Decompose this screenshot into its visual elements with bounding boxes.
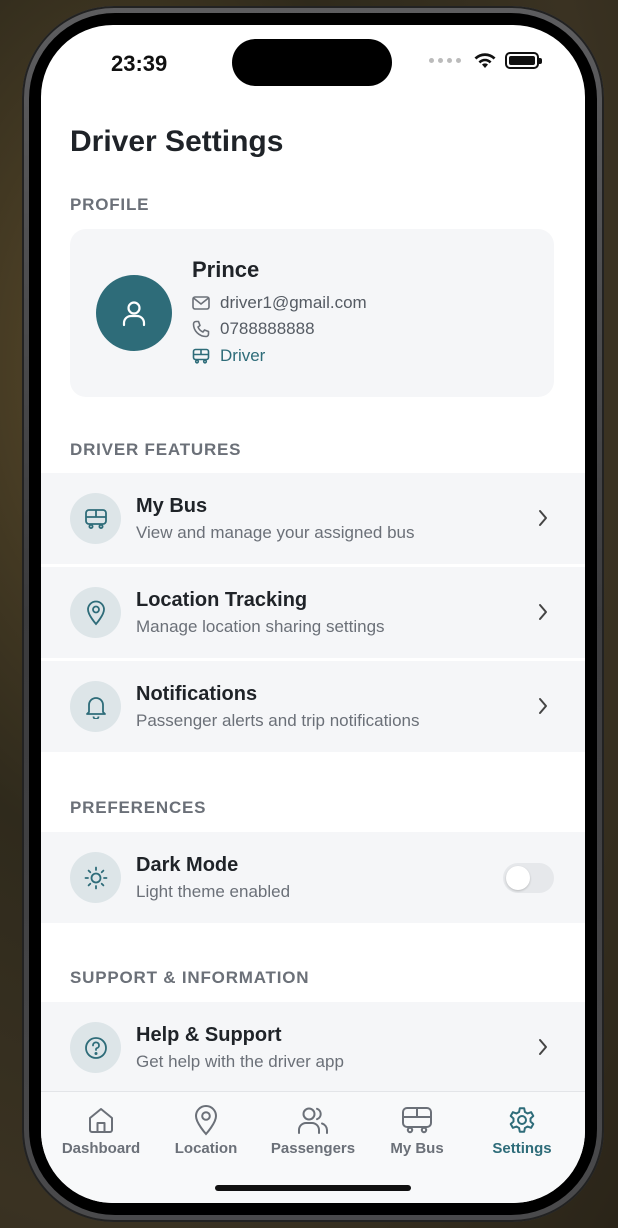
signal-dots-icon <box>429 57 461 63</box>
row-icon-circle <box>70 681 121 732</box>
home-indicator[interactable] <box>215 1185 411 1191</box>
location-pin-icon <box>86 600 105 625</box>
wifi-icon <box>474 53 496 68</box>
profile-email-line: driver1@gmail.com <box>192 293 367 313</box>
tab-my-bus[interactable]: My Bus <box>363 1102 471 1172</box>
row-title: My Bus <box>136 495 208 517</box>
profile-card: Prince driver1@gmail.com 0788888888 Driv… <box>70 229 554 397</box>
users-icon <box>297 1102 329 1138</box>
row-subtitle: Get help with the driver app <box>136 1052 344 1071</box>
row-subtitle: Manage location sharing settings <box>136 617 385 636</box>
gear-icon <box>507 1102 537 1138</box>
status-icons <box>429 51 542 69</box>
bus-icon <box>401 1102 433 1138</box>
phone-icon <box>192 320 210 338</box>
settings-row-my-bus[interactable]: My Bus View and manage your assigned bus <box>41 473 585 564</box>
settings-row-location-tracking[interactable]: Location Tracking Manage location sharin… <box>41 567 585 658</box>
tab-location[interactable]: Location <box>152 1102 260 1172</box>
location-pin-icon <box>193 1102 219 1138</box>
row-icon-circle <box>70 852 121 903</box>
tab-dashboard[interactable]: Dashboard <box>47 1102 155 1172</box>
page-title: Driver Settings <box>70 125 284 158</box>
profile-email: driver1@gmail.com <box>220 293 367 312</box>
section-label-preferences: PREFERENCES <box>70 798 207 817</box>
row-title: Dark Mode <box>136 854 239 876</box>
row-icon-circle <box>70 1022 121 1073</box>
profile-name: Prince <box>192 257 260 282</box>
status-time: 23:39 <box>111 51 168 76</box>
tab-label: Dashboard <box>61 1140 141 1157</box>
dark-mode-toggle[interactable] <box>503 863 554 893</box>
profile-phone-line: 0788888888 <box>192 319 315 339</box>
row-subtitle: Light theme enabled <box>136 882 291 901</box>
avatar <box>96 275 172 351</box>
row-icon-circle <box>70 493 121 544</box>
row-title: Notifications <box>136 683 258 705</box>
tab-settings[interactable]: Settings <box>468 1102 576 1172</box>
section-label-driver-features: DRIVER FEATURES <box>70 440 242 459</box>
dynamic-island <box>232 39 392 86</box>
battery-icon <box>505 51 542 69</box>
bus-icon <box>84 508 107 529</box>
chevron-right-icon <box>539 1039 547 1055</box>
sun-icon <box>84 866 107 889</box>
tab-label: My Bus <box>390 1140 444 1157</box>
tab-label: Settings <box>492 1140 552 1157</box>
tab-label: Passengers <box>270 1140 356 1157</box>
row-title: Help & Support <box>136 1024 282 1046</box>
profile-role: Driver <box>220 346 266 365</box>
row-title: Location Tracking <box>136 589 308 611</box>
section-label-profile: PROFILE <box>70 195 150 214</box>
bell-icon <box>85 696 106 719</box>
toggle-knob <box>506 866 530 890</box>
chevron-right-icon <box>539 604 547 620</box>
status-bar: 23:39 <box>41 25 585 115</box>
mail-icon <box>192 296 210 310</box>
chevron-right-icon <box>539 510 547 526</box>
profile-role-line: Driver <box>192 346 265 366</box>
row-subtitle: Passenger alerts and trip notifications <box>136 711 420 730</box>
tab-passengers[interactable]: Passengers <box>259 1102 367 1172</box>
tab-label: Location <box>174 1140 238 1157</box>
home-icon <box>86 1102 116 1138</box>
row-icon-circle <box>70 587 121 638</box>
app-screen: 23:39 Driver Settings PROFILE Prince dri… <box>41 25 585 1203</box>
help-icon <box>84 1036 107 1059</box>
user-icon <box>122 301 146 327</box>
settings-row-help-support[interactable]: Help & Support Get help with the driver … <box>41 1002 585 1093</box>
chevron-right-icon <box>539 698 547 714</box>
bus-icon <box>192 348 210 364</box>
section-label-support: SUPPORT & INFORMATION <box>70 968 310 987</box>
profile-phone: 0788888888 <box>220 319 315 338</box>
settings-row-dark-mode: Dark Mode Light theme enabled <box>41 832 585 923</box>
settings-row-notifications[interactable]: Notifications Passenger alerts and trip … <box>41 661 585 752</box>
row-subtitle: View and manage your assigned bus <box>136 523 415 542</box>
